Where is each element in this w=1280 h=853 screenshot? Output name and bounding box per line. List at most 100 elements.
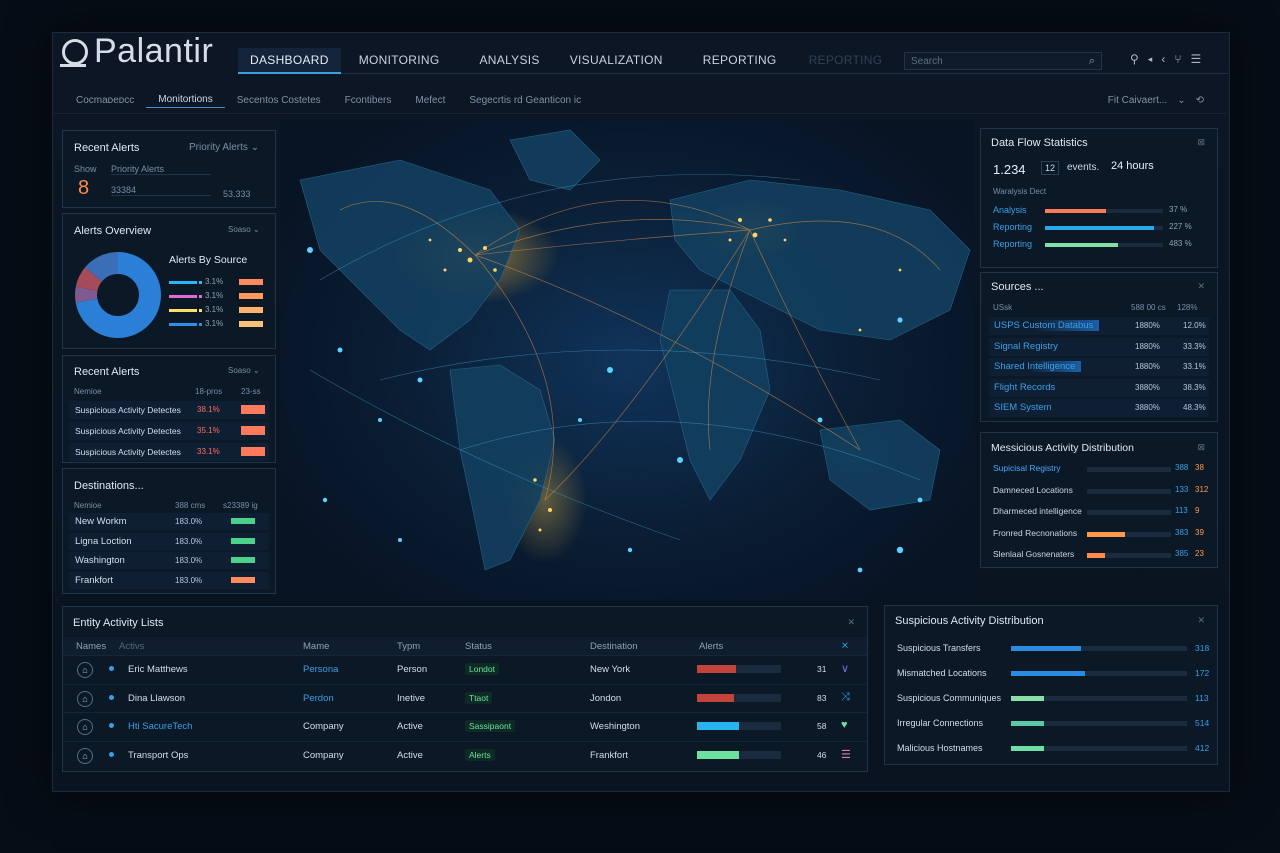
source-row[interactable]: SIEM System 3880% 48.3%: [989, 399, 1209, 417]
entity-alert-bar-fill: [697, 665, 737, 673]
destination-bar: [231, 557, 255, 563]
search-input[interactable]: Search ⌕: [904, 52, 1102, 70]
table-row[interactable]: ⌂ Eric Matthews Persona Person Londot New Yor…: [63, 655, 867, 683]
source-row[interactable]: Signal Registry 1880% 33.3%: [989, 337, 1209, 356]
entity-activity-panel: Entity Activity Lists ✕ Names Activs Mam…: [62, 606, 868, 772]
destination-row[interactable]: Washington 183.0%: [69, 552, 269, 569]
table-row[interactable]: ⌂ Transport Ops Company Active Alerts Frankfo…: [63, 740, 867, 769]
filter-field-1[interactable]: Priority Alerts: [111, 164, 211, 175]
entity-name[interactable]: Transport Ops: [128, 750, 188, 761]
destination-row[interactable]: Ligna Loction 183.0%: [69, 532, 269, 550]
recent-alerts-panel: Recent Alerts Priority Alerts ⌄ Show 8 P…: [62, 130, 276, 208]
chevron-down-icon[interactable]: ⌄: [1177, 95, 1185, 106]
suspicious-bar-fill: [1011, 696, 1045, 701]
suspicious-panel: Suspicious Activity Distribution ✕ Suspi…: [884, 605, 1218, 765]
world-map[interactable]: [280, 120, 974, 600]
col-names[interactable]: Names: [76, 641, 106, 652]
distribution-bar: [1087, 510, 1171, 515]
entity-status: Alerts: [465, 748, 495, 761]
chevron-down-icon[interactable]: ∨: [841, 662, 849, 675]
close-icon[interactable]: ✕: [1197, 615, 1205, 626]
caret-left-icon[interactable]: ◂: [1148, 52, 1153, 66]
subnav-item-mefect[interactable]: Mefect: [403, 95, 457, 106]
chevron-left-icon[interactable]: ‹: [1161, 52, 1165, 66]
sort-icon[interactable]: ⨯: [841, 640, 849, 651]
tab-reporting[interactable]: REPORTING: [691, 48, 789, 74]
destination-label: Washington: [75, 555, 125, 566]
source-row[interactable]: Shared Intelligence 1880% 33.1%: [989, 358, 1209, 376]
tab-dashboard[interactable]: DASHBOARD: [238, 47, 341, 74]
refresh-icon[interactable]: ⟲: [1196, 95, 1204, 106]
alerts-overview-title: Alerts Overview: [74, 225, 152, 237]
close-icon[interactable]: ✕: [847, 617, 855, 628]
distribution-bar: [1087, 553, 1171, 558]
menu-icon[interactable]: ☰: [1191, 52, 1202, 66]
share-icon[interactable]: ⤨: [841, 691, 850, 704]
col-destination[interactable]: Destination: [590, 641, 638, 652]
distribution-value-2: 39: [1195, 527, 1204, 537]
alerts-overview-dropdown[interactable]: Soaso ⌄: [228, 225, 260, 234]
subnav-item-segecrtis[interactable]: Segecrtis rd Geanticon ic: [457, 95, 593, 106]
source-row[interactable]: Flight Records 3880% 38.3%: [989, 378, 1209, 397]
legend-value: 3.1%: [205, 319, 224, 328]
expand-icon[interactable]: ⊠: [1197, 442, 1205, 453]
subnav-item-overview[interactable]: Cocmaᴅeᴅcc: [64, 95, 146, 106]
subnav-item-monitortions[interactable]: Monitortions: [146, 94, 225, 108]
fork-icon[interactable]: ⑂: [1174, 52, 1181, 66]
sources-head-left: USsk: [993, 303, 1013, 312]
alert-row[interactable]: Suspicious Activity Detectes 33.1%: [69, 443, 269, 461]
suspicious-value: 318: [1195, 643, 1210, 653]
show-label: Show: [74, 164, 97, 174]
col-type[interactable]: Typm: [397, 641, 420, 652]
alert-row[interactable]: Suspicious Activity Detectes 38.1%: [69, 401, 269, 419]
priority-alerts-dropdown[interactable]: Priority Alerts ⌄: [189, 142, 259, 153]
table-row[interactable]: ⌂ Dina Llawson Perdon Inetive Ttaot Jondon 83 ⤨: [63, 683, 867, 712]
pin-icon[interactable]: ⚲: [1130, 52, 1139, 66]
col-activs[interactable]: Activs: [119, 641, 144, 652]
data-flow-title: Data Flow Statistics: [991, 137, 1088, 149]
tab-visualization[interactable]: VISUALIZATION: [558, 48, 675, 74]
subnav-item-fcontibers[interactable]: Fcontibers: [333, 95, 404, 106]
check-icon[interactable]: ♥: [841, 719, 848, 731]
event-count-box[interactable]: 12: [1041, 161, 1060, 175]
entity-name[interactable]: Eric Matthews: [128, 664, 188, 675]
destination-label: Ligna Loction: [75, 535, 132, 547]
destination-row[interactable]: Frankfort 183.0%: [69, 571, 269, 589]
tab-analysis[interactable]: ANALYSIS: [468, 48, 552, 74]
legend-item: 3.1%: [169, 318, 269, 332]
destination-row[interactable]: New Workm 183.0%: [69, 513, 269, 530]
entity-name[interactable]: Hti SacureTech: [128, 721, 192, 732]
col-mame[interactable]: Mame: [303, 641, 329, 652]
suspicious-label: Malicious Hostnames: [897, 743, 983, 753]
table-row[interactable]: ⌂ Hti SacureTech Company Active Sassipaont We…: [63, 712, 867, 740]
expand-icon[interactable]: ⊠: [1197, 137, 1205, 148]
entity-status: Londot: [465, 663, 499, 675]
distribution-value-1: 388: [1175, 463, 1189, 472]
entity-alert-count: 83: [817, 692, 827, 703]
search-icon[interactable]: ⌕: [1089, 55, 1095, 68]
status-dot-icon: [109, 723, 114, 728]
filter-field-3[interactable]: 53.333: [223, 189, 251, 199]
tab-monitoring[interactable]: MONITORING: [347, 48, 452, 74]
entity-alert-count: 31: [817, 664, 827, 674]
brand-name: Palantir: [94, 32, 214, 70]
recent-alerts-head-right: 23-ss: [241, 387, 261, 396]
close-icon[interactable]: ✕: [1197, 281, 1205, 292]
col-status[interactable]: Status: [465, 641, 492, 652]
filter-dropdown[interactable]: Fit Caivaert...: [1108, 95, 1167, 106]
entity-alert-bar: [697, 693, 781, 702]
subnav-item-secentos[interactable]: Secentos Costetes: [225, 95, 333, 106]
source-value-1: 3880%: [1135, 382, 1160, 392]
source-row[interactable]: USPS Custom Databus 1880% 12.0%: [989, 317, 1209, 335]
col-alerts[interactable]: Alerts: [699, 641, 723, 652]
alert-row[interactable]: Suspicious Activity Detectes 35.1%: [69, 422, 269, 440]
suspicious-bar: [1011, 696, 1187, 701]
user-icon: ⌂: [77, 690, 93, 707]
alert-label: Suspicious Activity Detectes: [75, 405, 181, 415]
recent-alerts-list-dropdown[interactable]: Soaso ⌄: [228, 366, 260, 375]
entity-name[interactable]: Dina Llawson: [128, 693, 185, 704]
entity-destination: Frankfort: [590, 749, 629, 761]
filter-field-2[interactable]: 33384: [111, 185, 211, 196]
list-icon[interactable]: ☰: [841, 748, 851, 761]
tab-reporting-disabled[interactable]: REPORTING: [797, 48, 895, 74]
